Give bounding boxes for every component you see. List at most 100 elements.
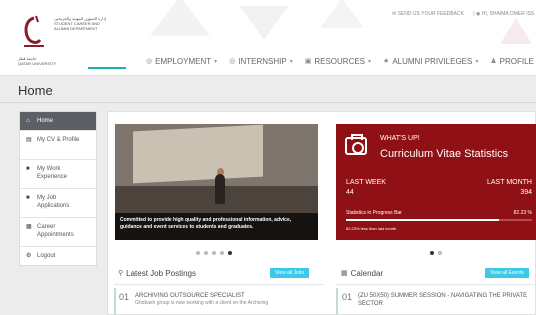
decorative-shape — [150, 0, 210, 36]
divider — [0, 102, 536, 103]
nav-item-label: EMPLOYMENT — [155, 56, 212, 66]
divider — [336, 284, 536, 285]
nav-item-alumni-privileges[interactable]: ★ ALUMNI PRIVILEGES ▾ — [383, 57, 478, 66]
qu-logo-icon — [18, 14, 50, 60]
list-item[interactable]: 01 (ZU 50X50) SUMMER SESSION - NAVIGATIN… — [342, 292, 536, 308]
nav-item-internship[interactable]: ◎ INTERNSHIP ▾ — [229, 57, 293, 66]
slider-dot[interactable] — [220, 251, 224, 255]
job-description: Ghobash group is now working with a clie… — [135, 300, 269, 306]
jobs-panel-header: ⚲ Latest Job Postings — [118, 264, 196, 282]
logout-icon: ⚙ — [26, 253, 32, 259]
university-name: جامعة قطر QATAR UNIVERSITY — [18, 56, 78, 66]
last-month-label: LAST MONTH — [487, 179, 532, 186]
list-item[interactable]: 01 ARCHIVING OUTSOURCE SPECIALIST Ghobas… — [119, 292, 324, 307]
sidebar-item-my-job-applications[interactable]: ■ My Job Applications — [20, 189, 96, 218]
image-slider[interactable]: Committed to provide high quality and pr… — [115, 124, 318, 240]
sidebar-item-logout[interactable]: ⚙ Logout — [20, 247, 96, 265]
cv-statistics-card: WHAT'S UP! Curriculum Vitae Statistics L… — [336, 124, 536, 240]
divider — [114, 284, 324, 285]
decorative-shape — [240, 6, 288, 40]
calendar-panel-header: ▦ Calendar — [341, 264, 383, 282]
item-accent-bar — [114, 288, 116, 315]
nav-item-label: PROFILE — [499, 56, 534, 66]
star-icon: ★ — [383, 58, 390, 65]
sidebar-item-my-work-experience[interactable]: ■ My Work Experience — [20, 160, 96, 189]
sidebar-item-home[interactable]: ⌂ Home — [20, 112, 96, 131]
sidebar-item-label: My Work Experience — [37, 166, 68, 180]
stats-dots — [430, 250, 446, 256]
nav-item-label: ALUMNI PRIVILEGES — [392, 56, 473, 66]
slider-dot-active[interactable] — [228, 251, 232, 255]
page-title: Home — [18, 83, 53, 98]
progress-note: 82.23% less than last month — [346, 226, 397, 231]
cv-icon: ▤ — [26, 137, 32, 143]
nav-item-label: RESOURCES — [314, 56, 366, 66]
nav-home-indicator[interactable] — [88, 67, 126, 69]
sidebar-item-label: Logout — [37, 253, 56, 259]
camera-icon — [345, 134, 367, 155]
sidebar-item-label: Home — [37, 118, 54, 124]
slider-dot[interactable] — [204, 251, 208, 255]
chevron-down-icon: ▾ — [475, 58, 479, 65]
briefcase-icon: ▣ — [304, 58, 312, 65]
view-all-events-button[interactable]: View all Events — [485, 268, 529, 278]
logo-text: إدارة الشؤون المهنية والخريجين STUDENT C… — [54, 16, 134, 31]
slide-caption: Committed to provide high quality and pr… — [115, 213, 318, 240]
nav-item-profile[interactable]: ♟ PROFILE ▾ — [490, 57, 536, 66]
briefcase-icon: ■ — [26, 195, 30, 201]
decorative-shape — [500, 18, 532, 44]
main-nav: ◎ EMPLOYMENT ▾ ◎ INTERNSHIP ▾ ▣ RESOURCE… — [88, 52, 536, 70]
chevron-down-icon: ▾ — [368, 58, 372, 65]
user-icon: ♟ — [490, 58, 497, 65]
target-icon: ◎ — [229, 58, 236, 65]
slider-dot[interactable] — [196, 251, 200, 255]
top-links: ✉ SEND US YOUR FEEDBACK | ◉ HI, SHAIMA O… — [392, 11, 536, 17]
slider-dots — [196, 250, 236, 256]
nav-item-resources[interactable]: ▣ RESOURCES ▾ — [305, 57, 371, 66]
jobs-panel-title: Latest Job Postings — [126, 268, 196, 278]
user-greeting-label: HI, SHAIMA OMER ISS — [481, 11, 535, 17]
logo-english-line-2: ALUMNI DEPARTMENT — [54, 26, 98, 31]
location-pin-icon: ⚲ — [118, 270, 124, 277]
feedback-label: SEND US YOUR FEEDBACK — [397, 11, 464, 17]
nav-item-employment[interactable]: ◎ EMPLOYMENT ▾ — [146, 57, 217, 66]
university-name-english: QATAR UNIVERSITY — [18, 61, 57, 66]
progress-bar — [346, 219, 532, 221]
item-accent-bar — [336, 288, 338, 315]
job-title: ARCHIVING OUTSOURCE SPECIALIST — [135, 293, 245, 299]
slider-dot[interactable] — [212, 251, 216, 255]
feedback-link[interactable]: ✉ SEND US YOUR FEEDBACK — [392, 11, 468, 17]
calendar-icon: ▦ — [341, 270, 348, 277]
briefcase-icon: ■ — [26, 166, 30, 172]
sidebar-item-label: Career Appointments — [37, 224, 74, 238]
whats-up-label: WHAT'S UP! — [380, 135, 420, 142]
last-week-label: LAST WEEK — [346, 179, 386, 186]
sidebar-item-label: My CV & Profile — [37, 137, 80, 143]
sidebar-item-career-appointments[interactable]: ▦ Career Appointments — [20, 218, 96, 247]
progress-label: Statistics in Progress Bar — [346, 210, 402, 216]
slide-speaker — [215, 174, 225, 204]
progress-bar-fill — [346, 219, 499, 221]
view-all-jobs-button[interactable]: View all Jobs — [270, 268, 310, 278]
item-number: 01 — [342, 292, 353, 302]
chevron-down-icon: ▾ — [289, 58, 293, 65]
progress-value: 82.23 % — [513, 210, 532, 216]
site-header: إدارة الشؤون المهنية والخريجين STUDENT C… — [0, 0, 536, 76]
stats-title: Curriculum Vitae Statistics — [380, 148, 509, 160]
chevron-down-icon: ▾ — [214, 58, 218, 65]
slide-projection-screen — [133, 124, 263, 184]
stats-dot-active[interactable] — [430, 251, 434, 255]
user-menu-link[interactable]: | ◉ HI, SHAIMA OMER ISS — [473, 11, 536, 17]
target-icon: ◎ — [146, 58, 153, 65]
last-week-value: 44 — [346, 189, 354, 196]
nav-item-label: INTERNSHIP — [238, 56, 287, 66]
home-icon: ⌂ — [26, 118, 30, 124]
calendar-icon: ▦ — [26, 224, 32, 230]
sidebar-item-label: My Job Applications — [37, 195, 70, 209]
sidebar: ⌂ Home ▤ My CV & Profile ■ My Work Exper… — [19, 111, 97, 266]
calendar-panel-title: Calendar — [350, 268, 384, 278]
stats-dot[interactable] — [438, 251, 442, 255]
decorative-shape — [320, 0, 364, 28]
sidebar-item-my-cv-profile[interactable]: ▤ My CV & Profile — [20, 131, 96, 160]
event-title: (ZU 50X50) SUMMER SESSION - NAVIGATING T… — [358, 293, 528, 307]
